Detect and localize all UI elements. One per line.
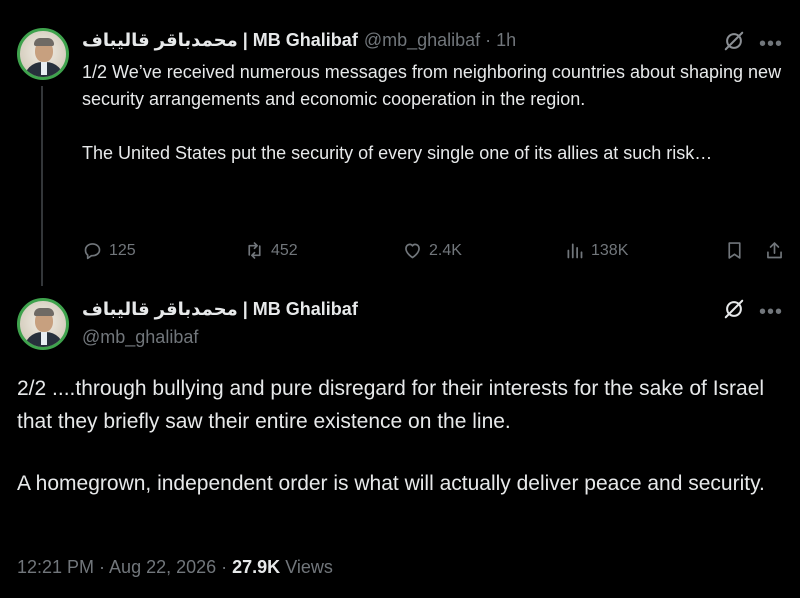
author-name[interactable]: محمدباقر قالیباف | MB Ghalibaf (82, 299, 358, 320)
repost-count: 452 (271, 241, 298, 259)
like-count: 2.4K (429, 241, 462, 259)
tweet-action-bar: 125 452 2.4K 138K (82, 240, 792, 264)
bookmark-button[interactable] (724, 240, 745, 261)
share-button[interactable] (764, 240, 785, 261)
reply-button[interactable]: 125 (82, 240, 136, 261)
views-bar-chart-icon (567, 243, 583, 259)
views-label: Views (280, 557, 333, 577)
tweet-text: 1/2 We’ve received numerous messages fro… (82, 59, 782, 194)
tweet-top-actions: ••• (723, 30, 783, 57)
separator-dot: · (485, 30, 492, 50)
more-horizontal-icon[interactable]: ••• (759, 34, 783, 54)
author-handle[interactable]: @mb_ghalibaf (82, 327, 198, 348)
repost-icon (248, 242, 261, 259)
grok-icon[interactable] (723, 298, 745, 325)
tweet-text: 2/2 ....through bullying and pure disreg… (17, 372, 787, 529)
tweet-1[interactable]: محمدباقر قالیباف | MB Ghalibaf @mb_ghali… (0, 0, 800, 286)
tweet-paragraph: 2/2 ....through bullying and pure disreg… (17, 377, 765, 433)
reply-count: 125 (109, 241, 136, 259)
tweet-top-actions: ••• (723, 298, 783, 325)
tweet-paragraph: A homegrown, independent order is what w… (17, 472, 765, 495)
tweet-paragraph: 1/2 We’ve received numerous messages fro… (82, 62, 782, 109)
views-count: 27.9K (232, 557, 281, 577)
reply-icon (84, 243, 101, 260)
more-horizontal-icon[interactable]: ••• (759, 302, 783, 322)
grok-icon[interactable] (723, 30, 745, 57)
like-button[interactable]: 2.4K (402, 240, 462, 261)
author-handle[interactable]: @mb_ghalibaf (364, 30, 480, 51)
author-name[interactable]: محمدباقر قالیباف | MB Ghalibaf (82, 30, 358, 51)
share-icon (767, 242, 782, 259)
avatar[interactable] (17, 298, 69, 350)
thread-connector-line (41, 86, 43, 286)
heart-icon (405, 243, 420, 259)
repost-button[interactable]: 452 (244, 240, 298, 261)
tweet-paragraph: The United States put the security of ev… (82, 143, 713, 163)
post-time[interactable]: 1h (496, 30, 516, 51)
tweet-header: محمدباقر قالیباف | MB Ghalibaf @mb_ghali… (82, 30, 516, 51)
tweet-meta: 12:21 PM · Aug 22, 2026 · 27.9K Views (17, 557, 333, 578)
avatar[interactable] (17, 28, 69, 80)
views-button[interactable]: 138K (564, 240, 628, 261)
views-count: 138K (591, 241, 629, 259)
post-timestamp[interactable]: 12:21 PM · Aug 22, 2026 · (17, 557, 232, 577)
bookmark-icon (728, 242, 741, 259)
